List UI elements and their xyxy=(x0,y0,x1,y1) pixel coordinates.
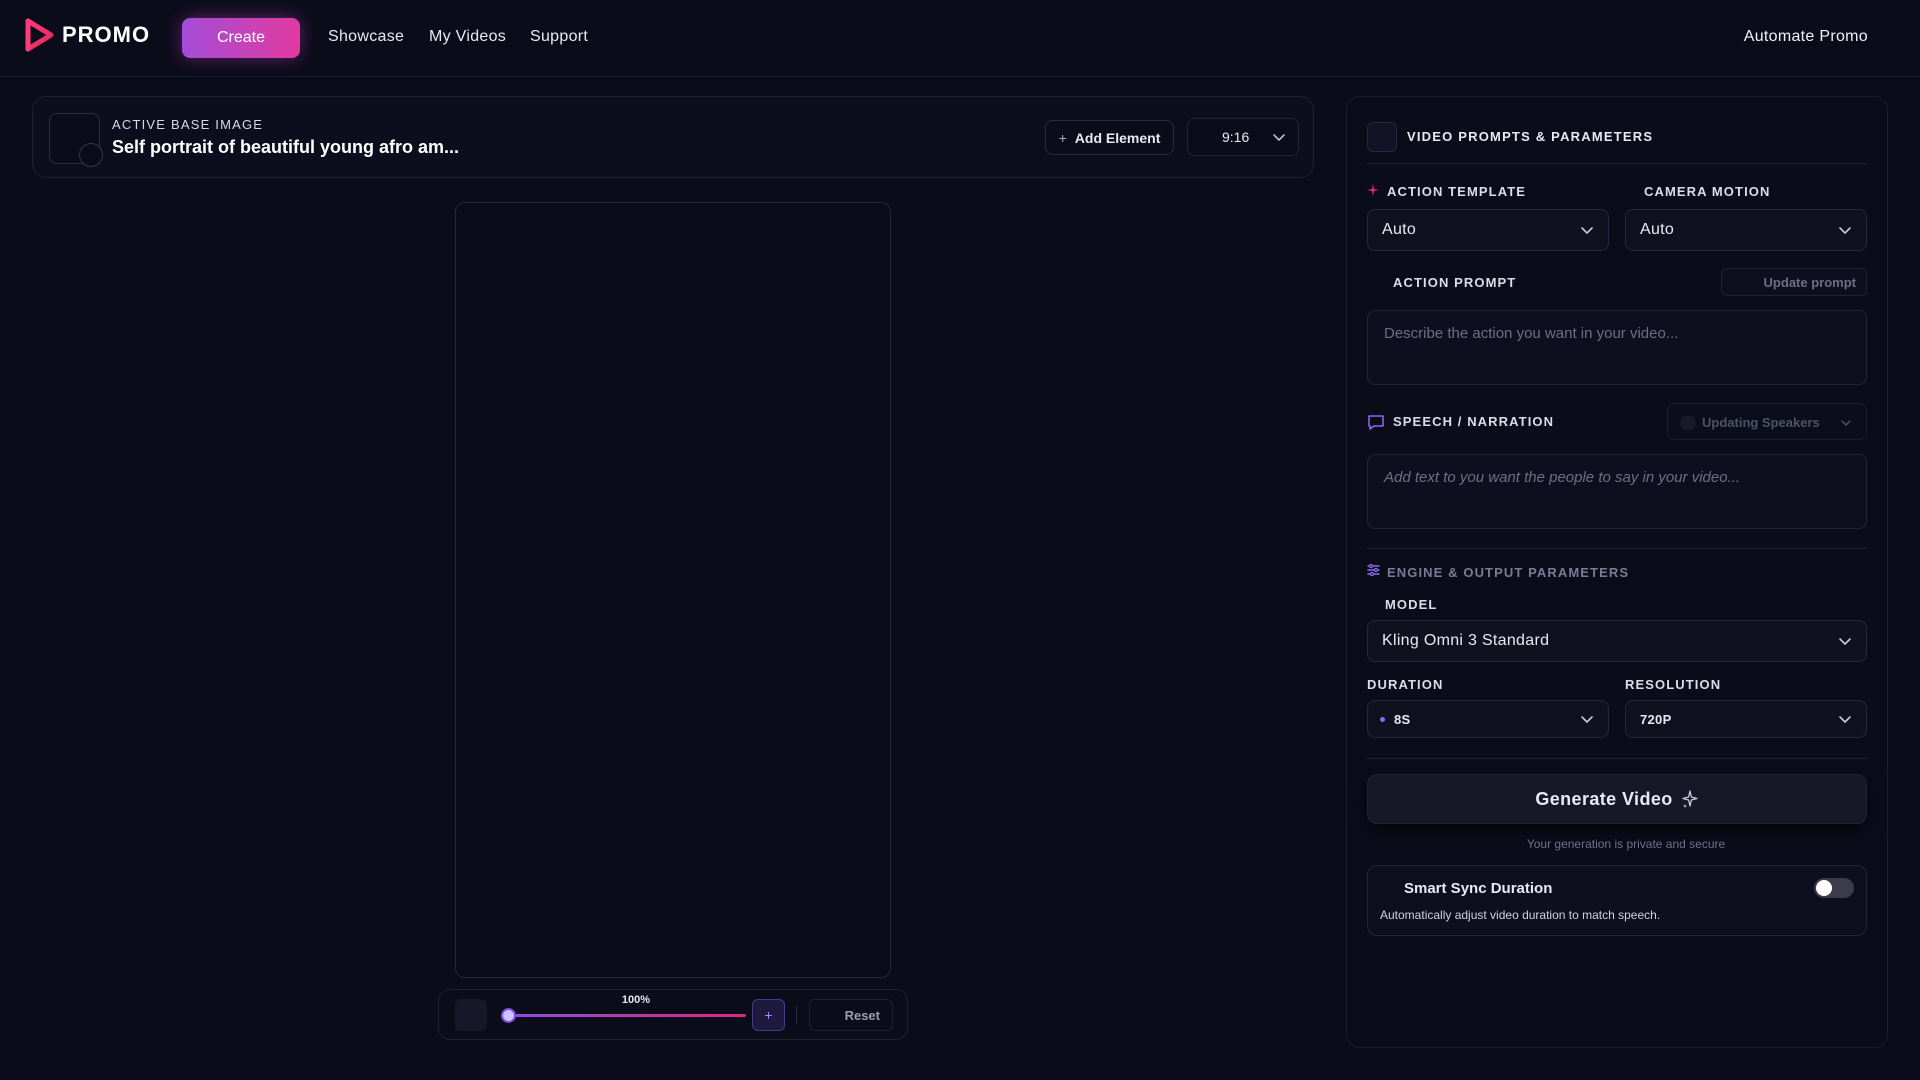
action-template-select[interactable]: Auto xyxy=(1367,209,1609,251)
resolution-select[interactable]: 720P xyxy=(1625,700,1867,738)
aspect-ratio-value: 9:16 xyxy=(1222,129,1250,145)
smart-sync-description: Automatically adjust video duration to m… xyxy=(1380,908,1661,922)
chevron-down-icon xyxy=(1839,716,1851,723)
divider xyxy=(1367,163,1867,164)
brand-logo[interactable]: PROMO xyxy=(24,18,150,52)
divider xyxy=(1367,758,1867,759)
chevron-down-icon xyxy=(1273,134,1285,141)
chevron-down-icon xyxy=(1581,716,1593,723)
speaker-avatar-placeholder xyxy=(1680,415,1696,431)
panel-title: VIDEO PROMPTS & PARAMETERS xyxy=(1407,129,1654,144)
nav-link-my-videos[interactable]: My Videos xyxy=(429,28,506,46)
camera-motion-value: Auto xyxy=(1640,221,1675,238)
zoom-in-button[interactable]: + xyxy=(752,999,785,1031)
video-canvas-preview[interactable] xyxy=(455,202,891,978)
camera-motion-label: CAMERA MOTION xyxy=(1644,184,1771,199)
nav-link-showcase[interactable]: Showcase xyxy=(328,28,404,46)
sparkle-icon xyxy=(1367,184,1379,196)
privacy-note: Your generation is private and secure xyxy=(1526,837,1726,851)
action-prompt-input[interactable] xyxy=(1367,310,1867,385)
chevron-down-icon xyxy=(1839,638,1851,645)
logo-text: PROMO xyxy=(62,22,151,47)
zoom-slider-handle[interactable] xyxy=(501,1008,516,1023)
camera-motion-select[interactable]: Auto xyxy=(1625,209,1867,251)
chevron-down-icon xyxy=(1839,227,1851,234)
aspect-ratio-select[interactable]: 9:16 xyxy=(1187,118,1299,156)
active-image-bar: ACTIVE BASE IMAGE Self portrait of beaut… xyxy=(32,96,1314,178)
reset-zoom-button[interactable]: Reset xyxy=(809,999,893,1031)
divider xyxy=(1367,548,1867,549)
add-element-button[interactable]: + Add Element xyxy=(1045,120,1174,155)
sliders-icon xyxy=(1367,564,1380,576)
duration-indicator-dot xyxy=(1380,717,1385,722)
action-template-value: Auto xyxy=(1382,221,1417,238)
thumbnail-badge xyxy=(79,143,103,167)
chat-bubble-icon xyxy=(1368,415,1384,430)
generate-video-button[interactable]: Generate Video xyxy=(1367,774,1867,824)
add-element-label: Add Element xyxy=(1074,129,1161,146)
play-logo-icon xyxy=(25,18,54,52)
update-prompt-button[interactable]: Update prompt xyxy=(1721,268,1867,296)
duration-label: DURATION xyxy=(1367,677,1444,692)
resolution-label: RESOLUTION xyxy=(1625,677,1722,692)
active-base-image-label: ACTIVE BASE IMAGE xyxy=(112,117,264,132)
speakers-select[interactable]: Updating Speakers xyxy=(1667,403,1867,440)
chevron-down-icon xyxy=(1581,227,1593,234)
nav-link-automate-promo[interactable]: Automate Promo xyxy=(1744,28,1868,46)
action-prompt-label: ACTION PROMPT xyxy=(1393,275,1517,290)
resolution-value: 720P xyxy=(1640,712,1672,727)
top-navigation: PROMO Create Showcase My Videos Support … xyxy=(0,0,1920,77)
toggle-knob xyxy=(1816,880,1832,896)
model-value: Kling Omni 3 Standard xyxy=(1382,632,1550,649)
speakers-label: Updating Speakers xyxy=(1702,415,1820,430)
zoom-divider xyxy=(796,1006,797,1024)
zoom-slider-track[interactable] xyxy=(509,1014,746,1017)
smart-sync-card: Smart Sync Duration Automatically adjust… xyxy=(1367,865,1867,936)
active-base-image-title: Self portrait of beautiful young afro am… xyxy=(112,137,460,157)
plus-icon: + xyxy=(1058,129,1067,146)
generate-video-label: Generate Video xyxy=(1535,788,1673,809)
duration-select[interactable]: 8S xyxy=(1367,700,1609,738)
zoom-controls: 100% + Reset xyxy=(438,989,908,1040)
chevron-down-icon xyxy=(1841,420,1851,426)
sparkles-icon xyxy=(1682,790,1698,808)
model-select[interactable]: Kling Omni 3 Standard xyxy=(1367,620,1867,662)
zoom-out-button[interactable] xyxy=(455,999,487,1031)
panel-header-icon xyxy=(1367,122,1397,152)
engine-parameters-label: ENGINE & OUTPUT PARAMETERS xyxy=(1387,565,1630,580)
video-parameters-panel: VIDEO PROMPTS & PARAMETERS ACTION TEMPLA… xyxy=(1346,96,1888,1048)
model-label: MODEL xyxy=(1385,597,1438,612)
speech-narration-label: SPEECH / NARRATION xyxy=(1393,414,1555,429)
speech-narration-input[interactable] xyxy=(1367,454,1867,529)
action-template-label: ACTION TEMPLATE xyxy=(1387,184,1527,199)
create-button[interactable]: Create xyxy=(182,18,300,58)
duration-value: 8S xyxy=(1394,712,1411,727)
nav-link-support[interactable]: Support xyxy=(530,28,588,46)
zoom-percent-label: 100% xyxy=(621,994,651,1006)
smart-sync-title: Smart Sync Duration xyxy=(1404,880,1553,897)
smart-sync-toggle[interactable] xyxy=(1814,878,1854,898)
